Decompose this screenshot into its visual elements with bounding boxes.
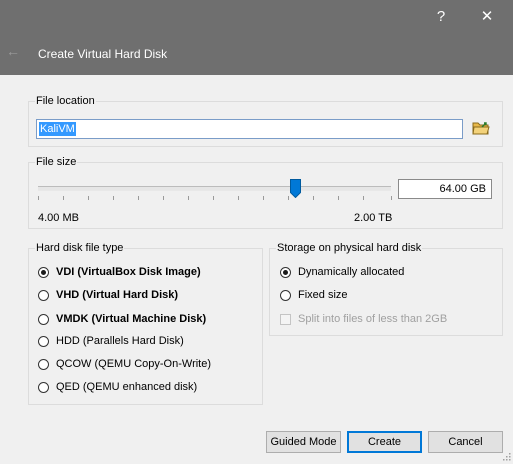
slider-tick [313, 196, 314, 200]
max-size-label: 2.00 TB [354, 212, 393, 224]
radio-indicator [38, 266, 49, 278]
slider-tick [238, 196, 239, 200]
radio-indicator [38, 313, 49, 325]
file-size-slider-track[interactable] [38, 186, 391, 191]
split-label: Split into files of less than 2GB [298, 313, 448, 325]
radio-hdd[interactable]: HDD (Parallels Hard Disk) [38, 333, 184, 349]
slider-tick [63, 196, 64, 200]
slider-tick [188, 196, 189, 200]
radio-label: HDD (Parallels Hard Disk) [56, 335, 184, 347]
slider-tick [263, 196, 264, 200]
radio-vmdk[interactable]: VMDK (Virtual Machine Disk) [38, 311, 206, 327]
radio-fixed[interactable]: Fixed size [280, 287, 348, 303]
split-checkbox[interactable]: Split into files of less than 2GB [280, 311, 447, 327]
help-button[interactable]: ? [421, 2, 461, 30]
radio-label: VDI (VirtualBox Disk Image) [56, 266, 201, 278]
storage-label: Storage on physical hard disk [276, 242, 423, 255]
slider-tick [213, 196, 214, 200]
slider-tick [363, 196, 364, 200]
slider-tick [38, 196, 39, 200]
back-arrow-icon[interactable]: ← [6, 43, 20, 59]
radio-indicator [280, 289, 291, 301]
radio-label: VHD (Virtual Hard Disk) [56, 289, 179, 301]
slider-tick [163, 196, 164, 200]
close-icon: ✕ [480, 8, 494, 25]
file-location-value: KaliVM [39, 122, 76, 136]
radio-vhd[interactable]: VHD (Virtual Hard Disk) [38, 287, 178, 303]
slider-tick [338, 196, 339, 200]
radio-indicator [38, 335, 49, 347]
folder-icon [472, 122, 490, 135]
window-title: Create Virtual Hard Disk [38, 47, 168, 61]
close-button[interactable]: ✕ [467, 2, 507, 30]
guided-mode-button[interactable]: Guided Mode [266, 431, 341, 453]
file-size-input[interactable]: 64.00 GB [398, 179, 492, 199]
title-bar: ? ✕ ← Create Virtual Hard Disk [0, 0, 513, 75]
min-size-label: 4.00 MB [38, 212, 79, 224]
radio-label: Fixed size [298, 289, 348, 301]
radio-indicator [38, 381, 49, 393]
slider-tick [88, 196, 89, 200]
create-button[interactable]: Create [347, 431, 422, 453]
radio-qcow[interactable]: QCOW (QEMU Copy-On-Write) [38, 356, 211, 372]
choose-file-button[interactable] [471, 118, 491, 138]
slider-tick [113, 196, 114, 200]
radio-label: Dynamically allocated [298, 266, 405, 278]
radio-label: QED (QEMU enhanced disk) [56, 381, 198, 393]
radio-label: QCOW (QEMU Copy-On-Write) [56, 358, 212, 370]
checkbox-indicator [280, 313, 291, 325]
slider-tick [288, 196, 289, 200]
radio-indicator [280, 266, 291, 278]
radio-vdi[interactable]: VDI (VirtualBox Disk Image) [38, 264, 201, 280]
radio-qed[interactable]: QED (QEMU enhanced disk) [38, 379, 197, 395]
slider-tick [138, 196, 139, 200]
file-location-label: File location [35, 95, 96, 108]
file-location-input[interactable]: KaliVM [36, 119, 463, 139]
resize-grip-icon [503, 453, 511, 461]
radio-label: VMDK (Virtual Machine Disk) [56, 313, 207, 325]
file-size-label: File size [35, 156, 78, 169]
slider-tick [391, 196, 392, 200]
radio-dynamic[interactable]: Dynamically allocated [280, 264, 404, 280]
resize-grip[interactable] [501, 451, 511, 461]
cancel-button[interactable]: Cancel [428, 431, 503, 453]
disk-type-label: Hard disk file type [35, 242, 125, 255]
help-icon: ? [436, 7, 446, 25]
slider-ticks [38, 196, 392, 200]
radio-indicator [38, 289, 49, 301]
radio-indicator [38, 358, 49, 370]
